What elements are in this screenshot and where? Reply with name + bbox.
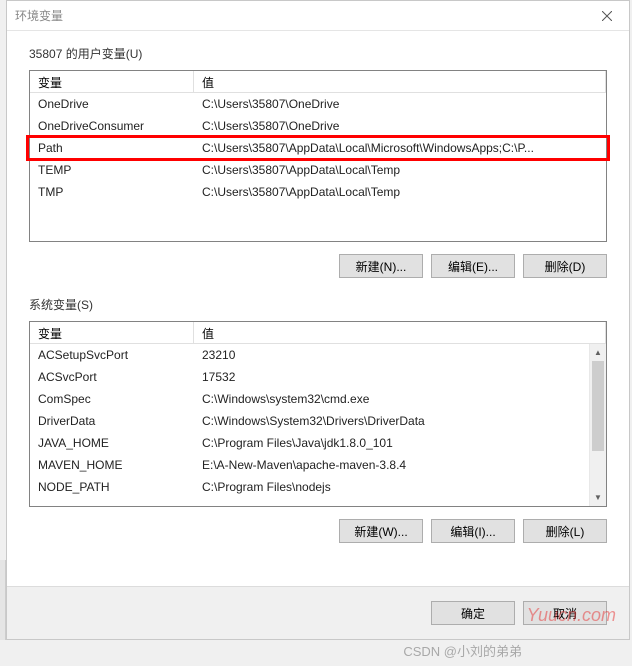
cell-var: NODE_PATH [30,480,194,494]
cell-var: ACSvcPort [30,370,194,384]
col-header-val[interactable]: 值 [194,322,606,343]
scroll-track[interactable] [590,361,606,489]
cell-var: OneDrive [30,97,194,111]
scroll-thumb[interactable] [592,361,604,451]
dialog-title: 环境变量 [15,7,63,24]
cell-var: MAVEN_HOME [30,458,194,472]
system-vars-list[interactable]: 变量 值 ACSetupSvcPort23210 ACSvcPort17532 … [29,321,607,507]
delete-sys-var-button[interactable]: 删除(L) [523,519,607,543]
new-sys-var-button[interactable]: 新建(W)... [339,519,423,543]
user-vars-label: 35807 的用户变量(U) [29,45,607,62]
sys-scrollbar[interactable]: ▲ ▼ [589,344,606,506]
edit-sys-var-button[interactable]: 编辑(I)... [431,519,515,543]
user-list-body: OneDriveC:\Users\35807\OneDrive OneDrive… [30,93,606,241]
system-buttons: 新建(W)... 编辑(I)... 删除(L) [29,519,607,543]
cell-val: C:\Users\35807\AppData\Local\Temp [194,185,606,199]
scroll-up-icon[interactable]: ▲ [590,344,606,361]
scroll-down-icon[interactable]: ▼ [590,489,606,506]
cancel-button[interactable]: 取消 [523,601,607,625]
table-row[interactable]: DriverDataC:\Windows\System32\Drivers\Dr… [30,410,606,432]
cell-val: C:\Users\35807\OneDrive [194,97,606,111]
cell-var: JAVA_HOME [30,436,194,450]
sys-list-header: 变量 值 [30,322,606,344]
table-row[interactable]: ACSvcPort17532 [30,366,606,388]
delete-user-var-button[interactable]: 删除(D) [523,254,607,278]
cell-val: 17532 [194,370,606,384]
cell-val: C:\Windows\system32\cmd.exe [194,392,606,406]
table-row[interactable]: JAVA_HOMEC:\Program Files\Java\jdk1.8.0_… [30,432,606,454]
table-row[interactable]: OneDriveC:\Users\35807\OneDrive [30,93,606,115]
cell-val: C:\Users\35807\OneDrive [194,119,606,133]
new-user-var-button[interactable]: 新建(N)... [339,254,423,278]
cell-var: DriverData [30,414,194,428]
table-row[interactable]: OneDriveConsumerC:\Users\35807\OneDrive [30,115,606,137]
cell-val: C:\Users\35807\AppData\Local\Temp [194,163,606,177]
user-list-header: 变量 值 [30,71,606,93]
close-button[interactable] [584,1,629,31]
table-row[interactable]: MAVEN_HOMEE:\A-New-Maven\apache-maven-3.… [30,454,606,476]
cell-var: OneDriveConsumer [30,119,194,133]
user-vars-list[interactable]: 变量 值 OneDriveC:\Users\35807\OneDrive One… [29,70,607,242]
cell-var: TMP [30,185,194,199]
ok-button[interactable]: 确定 [431,601,515,625]
edit-user-var-button[interactable]: 编辑(E)... [431,254,515,278]
table-row[interactable]: NODE_PATHC:\Program Files\nodejs [30,476,606,498]
watermark-csdn: CSDN @小刘的弟弟 [403,641,522,660]
env-vars-dialog: 环境变量 35807 的用户变量(U) 变量 值 OneDriveC:\User… [6,0,630,640]
titlebar: 环境变量 [7,1,629,31]
cell-val: C:\Users\35807\AppData\Local\Microsoft\W… [194,141,606,155]
col-header-var[interactable]: 变量 [30,322,194,343]
close-icon [602,11,612,21]
col-header-val[interactable]: 值 [194,71,606,92]
dialog-footer: 确定 取消 [7,586,629,639]
system-vars-label: 系统变量(S) [29,296,607,313]
cell-var: ComSpec [30,392,194,406]
col-header-var[interactable]: 变量 [30,71,194,92]
cell-var: Path [30,141,194,155]
cell-val: C:\Windows\System32\Drivers\DriverData [194,414,606,428]
table-row[interactable]: TMPC:\Users\35807\AppData\Local\Temp [30,181,606,203]
cell-val: C:\Program Files\nodejs [194,480,606,494]
table-row[interactable]: ACSetupSvcPort23210 [30,344,606,366]
cell-var: TEMP [30,163,194,177]
cell-var: ACSetupSvcPort [30,348,194,362]
cell-val: C:\Program Files\Java\jdk1.8.0_101 [194,436,606,450]
user-buttons: 新建(N)... 编辑(E)... 删除(D) [29,254,607,278]
dialog-content: 35807 的用户变量(U) 变量 值 OneDriveC:\Users\358… [7,31,629,586]
table-row[interactable]: PathC:\Users\35807\AppData\Local\Microso… [30,137,606,159]
cell-val: 23210 [194,348,606,362]
table-row[interactable]: TEMPC:\Users\35807\AppData\Local\Temp [30,159,606,181]
table-row[interactable]: ComSpecC:\Windows\system32\cmd.exe [30,388,606,410]
sys-list-body: ACSetupSvcPort23210 ACSvcPort17532 ComSp… [30,344,606,506]
cell-val: E:\A-New-Maven\apache-maven-3.8.4 [194,458,606,472]
